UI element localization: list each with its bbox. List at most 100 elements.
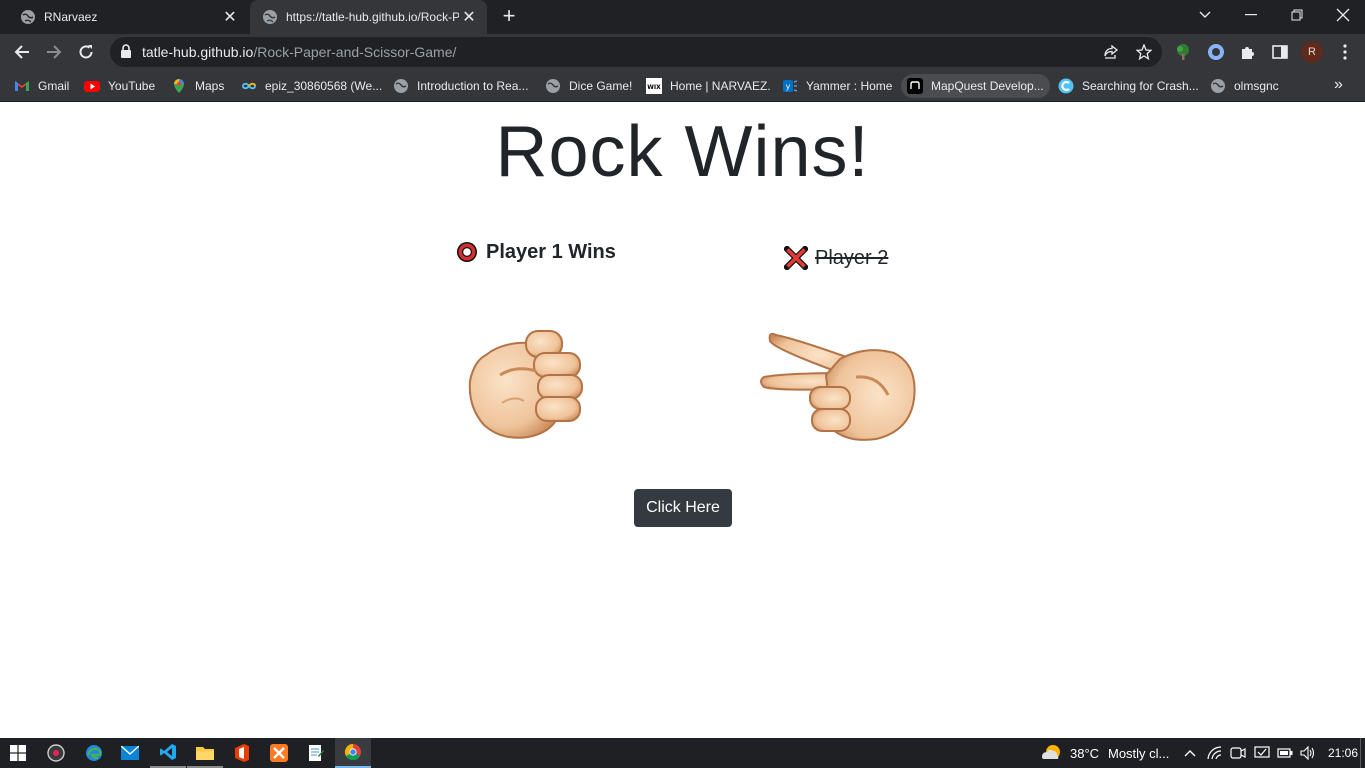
bookmark-yammer[interactable]: y Yammer : Home xyxy=(782,74,892,98)
url-text[interactable]: tatle-hub.github.io/Rock-Paper-and-Sciss… xyxy=(142,44,456,60)
lock-icon[interactable] xyxy=(120,44,132,58)
bookmark-maps[interactable]: Maps xyxy=(171,74,224,98)
bookmark-label: Yammer : Home xyxy=(806,79,893,93)
forward-button[interactable] xyxy=(40,38,68,66)
weather-icon[interactable] xyxy=(1040,742,1062,764)
address-bar[interactable]: tatle-hub.github.io/Rock-Paper-and-Sciss… xyxy=(110,37,1162,67)
close-tab-icon[interactable]: ✕ xyxy=(220,7,240,27)
page-content: Rock Wins! Player 1 Wins Player 2 Click … xyxy=(0,103,1365,738)
loser-cross-icon xyxy=(784,246,808,270)
svg-text:WIX: WIX xyxy=(647,84,661,91)
player2-status: Player 2 xyxy=(784,246,888,270)
bookmark-label: olmsgnc xyxy=(1234,79,1279,93)
taskbar-vscode[interactable] xyxy=(150,738,186,768)
tab-rnarvaez[interactable]: RNarvaez ✕ xyxy=(8,0,248,34)
bookmarks-bar: Gmail YouTube Maps epiz_30860568 (We... … xyxy=(0,70,1365,102)
taskbar-xampp[interactable] xyxy=(261,738,297,768)
url-path: /Rock-Paper-and-Scissor-Game/ xyxy=(253,44,457,60)
taskbar-media-app[interactable] xyxy=(38,738,74,768)
bookmark-olmsgnc[interactable]: olmsgnc xyxy=(1210,74,1279,98)
player1-status: Player 1 Wins xyxy=(455,240,616,264)
wix-icon: WIX xyxy=(646,78,662,94)
bookmark-label: MapQuest Develop... xyxy=(931,79,1044,93)
youtube-icon xyxy=(84,81,100,92)
taskbar-mail[interactable] xyxy=(112,738,148,768)
back-button[interactable] xyxy=(8,38,36,66)
restore-icon xyxy=(1291,9,1303,21)
mail-icon xyxy=(121,746,139,760)
minimize-button[interactable] xyxy=(1228,0,1274,30)
circle-extension-icon[interactable] xyxy=(1205,41,1227,63)
taskbar-edge[interactable] xyxy=(76,738,112,768)
meet-now-icon[interactable] xyxy=(1230,745,1246,761)
bookmark-label: Introduction to Rea... xyxy=(417,79,529,93)
chevron-up-icon[interactable] xyxy=(1182,745,1198,761)
browser-toolbar: tatle-hub.github.io/Rock-Paper-and-Sciss… xyxy=(0,34,1365,70)
reload-button[interactable] xyxy=(72,38,100,66)
wifi-icon[interactable] xyxy=(1207,745,1223,761)
svg-text:y: y xyxy=(786,82,791,91)
bookmark-dice-game[interactable]: Dice Game! xyxy=(545,74,632,98)
taskbar-file-explorer[interactable] xyxy=(187,738,223,768)
weather-desc[interactable]: Mostly cl... xyxy=(1108,746,1169,761)
clock-time[interactable]: 21:06 xyxy=(1328,746,1358,760)
tab-rock-paper-scissors[interactable]: https://tatle-hub.github.io/Rock-Paper-a… xyxy=(250,0,487,34)
start-button[interactable] xyxy=(0,738,36,768)
new-tab-button[interactable]: + xyxy=(496,5,522,29)
close-window-button[interactable] xyxy=(1320,0,1365,30)
office-icon xyxy=(235,744,249,762)
vscode-icon xyxy=(160,744,176,760)
taskbar-notepad[interactable] xyxy=(298,738,334,768)
bookmark-label: epiz_30860568 (We... xyxy=(265,79,383,93)
volume-icon[interactable] xyxy=(1300,745,1316,761)
arrow-left-icon xyxy=(14,45,29,59)
mapquest-icon xyxy=(907,78,923,94)
taskbar-chrome[interactable] xyxy=(335,738,371,768)
notepad-icon xyxy=(309,745,324,761)
menu-kebab-icon[interactable] xyxy=(1334,41,1356,63)
tree-extension-icon[interactable] xyxy=(1172,41,1194,63)
bookmark-mapquest[interactable]: MapQuest Develop... xyxy=(901,74,1050,98)
chevron-down-icon xyxy=(1199,11,1211,18)
media-player-icon xyxy=(47,744,65,762)
crash-icon xyxy=(1058,78,1074,94)
winner-circle-icon xyxy=(457,242,477,262)
more-bookmarks-icon[interactable]: » xyxy=(1334,76,1343,94)
yammer-icon: y xyxy=(783,80,798,92)
globe-icon xyxy=(394,79,408,93)
taskbar-office[interactable] xyxy=(224,738,260,768)
extensions-puzzle-icon[interactable] xyxy=(1237,41,1259,63)
bookmark-epiz[interactable]: epiz_30860568 (We... xyxy=(241,74,382,98)
bookmark-label: Home | NARVAEZ. xyxy=(670,79,771,93)
bookmark-intro-react[interactable]: Introduction to Rea... xyxy=(393,74,528,98)
edge-icon xyxy=(86,745,102,761)
bookmark-crash[interactable]: Searching for Crash... xyxy=(1058,74,1199,98)
globe-icon xyxy=(1211,79,1225,93)
battery-icon[interactable] xyxy=(1277,745,1293,761)
side-panel-icon[interactable] xyxy=(1269,41,1291,63)
bookmark-label: Maps xyxy=(195,79,225,93)
share-icon[interactable] xyxy=(1101,42,1121,62)
folder-icon xyxy=(196,746,214,760)
profile-avatar[interactable]: R xyxy=(1301,41,1323,63)
restore-button[interactable] xyxy=(1274,0,1320,30)
play-button[interactable]: Click Here xyxy=(634,489,732,527)
close-tab-icon[interactable]: ✕ xyxy=(459,7,479,27)
close-icon xyxy=(1336,8,1350,22)
bookmark-narvaez[interactable]: WIX Home | NARVAEZ. xyxy=(646,74,771,98)
scissors-hand-icon xyxy=(760,332,916,441)
bookmark-label: YouTube xyxy=(108,79,156,93)
player2-label: Player 2 xyxy=(815,246,889,269)
bookmark-star-icon[interactable] xyxy=(1134,42,1154,62)
show-desktop-button[interactable] xyxy=(1360,738,1365,768)
bookmark-youtube[interactable]: YouTube xyxy=(84,74,155,98)
tab-title: https://tatle-hub.github.io/Rock-Paper-a… xyxy=(286,10,459,24)
url-host: tatle-hub.github.io xyxy=(142,44,254,60)
display-icon[interactable] xyxy=(1254,745,1270,761)
bookmark-gmail[interactable]: Gmail xyxy=(14,74,69,98)
tab-search-button[interactable] xyxy=(1182,0,1228,30)
weather-temp[interactable]: 38°C xyxy=(1070,746,1099,761)
tab-title: RNarvaez xyxy=(44,10,98,24)
arrow-right-icon xyxy=(47,45,62,59)
reload-icon xyxy=(79,45,93,59)
